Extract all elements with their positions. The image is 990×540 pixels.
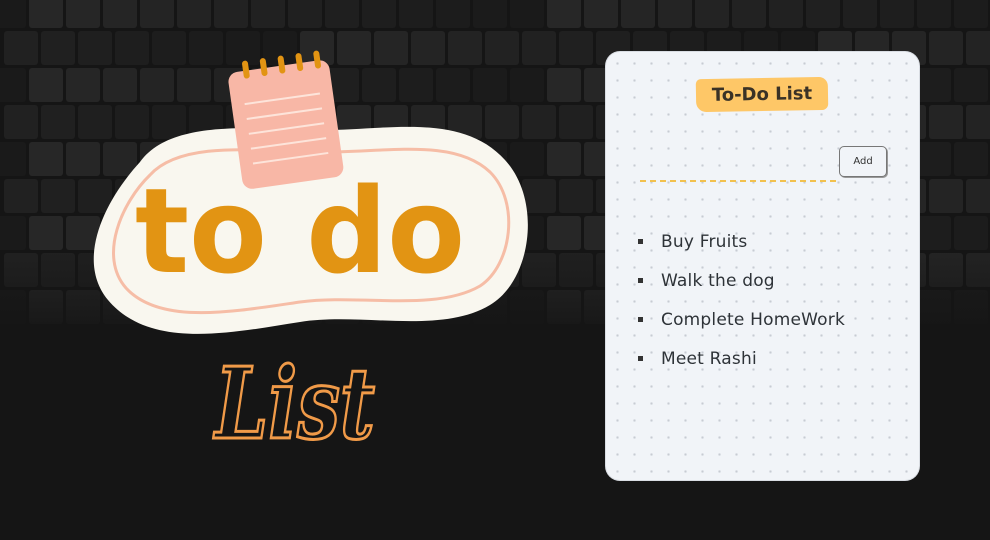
task-item[interactable]: Walk the dog — [636, 261, 845, 300]
add-task-button[interactable]: Add — [839, 146, 887, 177]
task-text: Walk the dog — [661, 270, 775, 291]
bullet-icon — [638, 317, 643, 322]
task-text: Buy Fruits — [661, 231, 748, 252]
bullet-icon — [638, 356, 643, 361]
todo-title: To-Do List — [695, 76, 829, 113]
todo-card: To-Do List Add Buy Fruits Walk the dog C… — [606, 52, 919, 480]
task-item[interactable]: Buy Fruits — [636, 222, 845, 261]
bullet-icon — [638, 278, 643, 283]
task-item[interactable]: Meet Rashi — [636, 339, 845, 378]
task-text: Meet Rashi — [661, 348, 757, 369]
todo-list-illustration: to do List — [80, 50, 540, 470]
task-list: Buy Fruits Walk the dog Complete HomeWor… — [636, 222, 845, 378]
task-text: Complete HomeWork — [661, 309, 845, 330]
bullet-icon — [638, 239, 643, 244]
task-input[interactable] — [638, 148, 832, 180]
input-underline — [640, 180, 836, 182]
hero-word-todo: to do — [135, 162, 465, 300]
task-item[interactable]: Complete HomeWork — [636, 300, 845, 339]
hero-word-list: List — [213, 347, 375, 462]
